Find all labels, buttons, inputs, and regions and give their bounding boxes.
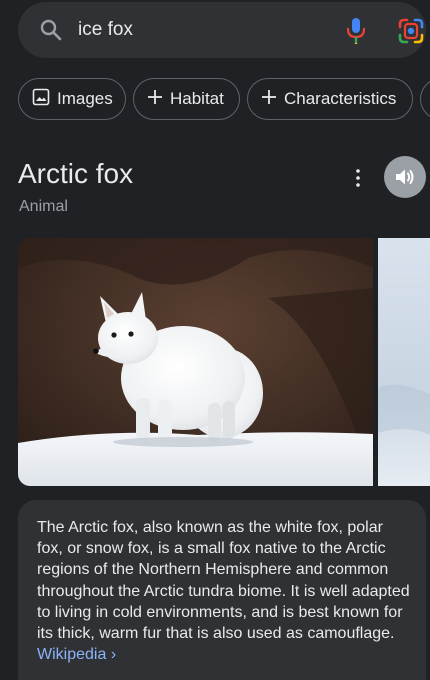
- search-icon: [40, 19, 62, 41]
- image-icon: [32, 88, 50, 111]
- more-options-icon[interactable]: [350, 168, 366, 188]
- chip-label: Habitat: [170, 89, 224, 108]
- description-card: The Arctic fox, also known as the white …: [18, 500, 426, 680]
- chip-label: Characteristics: [284, 89, 397, 108]
- plus-icon: [261, 89, 277, 110]
- entity-title: Arctic fox: [18, 158, 134, 189]
- search-results-page: ice fox Images Habitat Characteristics A…: [0, 0, 430, 680]
- next-image[interactable]: [378, 238, 430, 486]
- listen-button[interactable]: [384, 156, 426, 198]
- microphone-icon[interactable]: [345, 17, 367, 45]
- arctic-fox-photo: [18, 238, 373, 486]
- arctic-fox-image[interactable]: [18, 238, 373, 486]
- search-input[interactable]: ice fox: [78, 19, 133, 41]
- snow-photo: [378, 238, 430, 486]
- chip-habitat[interactable]: Habitat: [133, 78, 240, 120]
- chip-characteristics[interactable]: Characteristics: [247, 78, 413, 120]
- chip-more[interactable]: [420, 78, 430, 120]
- chip-images[interactable]: Images: [18, 78, 126, 120]
- chevron-right-icon: ›: [110, 646, 117, 664]
- google-lens-icon[interactable]: [398, 18, 424, 44]
- entity-description: The Arctic fox, also known as the white …: [37, 517, 412, 665]
- source-link-label[interactable]: Wikipedia: [37, 646, 106, 663]
- speaker-icon: [396, 169, 414, 185]
- entity-subtitle: Animal: [19, 198, 68, 215]
- search-bar[interactable]: ice fox: [18, 2, 426, 58]
- wikipedia-link[interactable]: Wikipedia ›: [37, 646, 116, 663]
- description-text: The Arctic fox, also known as the white …: [37, 519, 410, 643]
- plus-icon: [147, 89, 163, 110]
- filter-chips: Images Habitat Characteristics: [18, 78, 430, 120]
- chip-label: Images: [57, 89, 113, 108]
